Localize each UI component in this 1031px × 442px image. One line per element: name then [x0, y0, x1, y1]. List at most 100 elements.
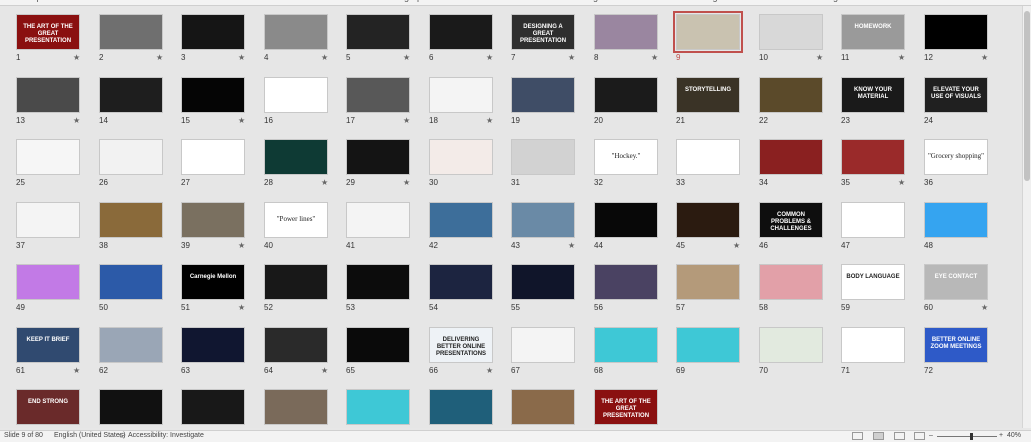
transition-star-icon[interactable]: ★ [238, 303, 245, 312]
slide-thumbnail-70[interactable] [759, 327, 823, 363]
transition-star-icon[interactable]: ★ [403, 53, 410, 62]
slide-thumbnail-49[interactable] [16, 264, 80, 300]
slide-thumbnail-29[interactable] [346, 139, 410, 175]
accessibility-icon[interactable]: ⚇ [119, 432, 125, 440]
zoom-slider-knob[interactable] [970, 433, 973, 440]
slide-thumbnail-79[interactable] [511, 389, 575, 425]
slide-thumbnail-78[interactable] [429, 389, 493, 425]
slide-thumbnail-2[interactable] [99, 14, 163, 50]
slide-thumbnail-73[interactable]: END STRONG [16, 389, 80, 425]
slide-thumbnail-5[interactable] [346, 14, 410, 50]
slide-thumbnail-32[interactable]: "Hockey." [594, 139, 658, 175]
slide-thumbnail-63[interactable] [181, 327, 245, 363]
slide-thumbnail-80[interactable]: THE ART OF THE GREAT PRESENTATION [594, 389, 658, 425]
zoom-in-button[interactable]: + [999, 432, 1003, 439]
transition-star-icon[interactable]: ★ [733, 241, 740, 250]
transition-star-icon[interactable]: ★ [651, 53, 658, 62]
slide-thumbnail-30[interactable] [429, 139, 493, 175]
slide-thumbnail-54[interactable] [429, 264, 493, 300]
slide-thumbnail-9[interactable] [673, 11, 743, 53]
transition-star-icon[interactable]: ★ [816, 53, 823, 62]
slide-thumbnail-66[interactable]: DELIVERING BETTER ONLINE PRESENTATIONS [429, 327, 493, 363]
slide-thumbnail-34[interactable] [759, 139, 823, 175]
slide-thumbnail-58[interactable] [759, 264, 823, 300]
slide-thumbnail-6[interactable] [429, 14, 493, 50]
slide-thumbnail-65[interactable] [346, 327, 410, 363]
transition-star-icon[interactable]: ★ [981, 53, 988, 62]
transition-star-icon[interactable]: ★ [898, 178, 905, 187]
accessibility-status[interactable]: Accessibility: Investigate [128, 432, 204, 439]
transition-star-icon[interactable]: ★ [321, 366, 328, 375]
vertical-scrollbar[interactable] [1022, 6, 1031, 428]
slide-thumbnail-62[interactable] [99, 327, 163, 363]
slide-sorter[interactable]: THE ART OF THE GREAT PRESENTATION 1 ★ 2 ★ 3 ★ 4… [0, 6, 1031, 428]
transition-star-icon[interactable]: ★ [486, 116, 493, 125]
slide-thumbnail-68[interactable] [594, 327, 658, 363]
zoom-slider[interactable] [937, 436, 997, 437]
reading-view-icon[interactable] [894, 432, 905, 440]
slide-thumbnail-1[interactable]: THE ART OF THE GREAT PRESENTATION [16, 14, 80, 50]
slide-thumbnail-75[interactable] [181, 389, 245, 425]
slide-thumbnail-74[interactable] [99, 389, 163, 425]
slide-thumbnail-47[interactable] [841, 202, 905, 238]
slide-thumbnail-55[interactable] [511, 264, 575, 300]
slide-thumbnail-24[interactable]: ELEVATE YOUR USE OF VISUALS [924, 77, 988, 113]
slide-thumbnail-59[interactable]: BODY LANGUAGE [841, 264, 905, 300]
slide-thumbnail-42[interactable] [429, 202, 493, 238]
slide-thumbnail-20[interactable] [594, 77, 658, 113]
slide-thumbnail-77[interactable] [346, 389, 410, 425]
slide-thumbnail-51[interactable]: Carnegie Mellon [181, 264, 245, 300]
slide-thumbnail-4[interactable] [264, 14, 328, 50]
scrollbar-thumb[interactable] [1024, 11, 1030, 181]
slide-thumbnail-38[interactable] [99, 202, 163, 238]
transition-star-icon[interactable]: ★ [486, 366, 493, 375]
slide-thumbnail-76[interactable] [264, 389, 328, 425]
zoom-out-button[interactable]: – [929, 432, 933, 439]
slide-thumbnail-19[interactable] [511, 77, 575, 113]
slide-thumbnail-44[interactable] [594, 202, 658, 238]
slide-thumbnail-10[interactable] [759, 14, 823, 50]
slide-thumbnail-56[interactable] [594, 264, 658, 300]
slide-thumbnail-15[interactable] [181, 77, 245, 113]
slide-thumbnail-50[interactable] [99, 264, 163, 300]
slide-thumbnail-27[interactable] [181, 139, 245, 175]
slide-thumbnail-72[interactable]: BETTER ONLINE ZOOM MEETINGS [924, 327, 988, 363]
slide-thumbnail-67[interactable] [511, 327, 575, 363]
transition-star-icon[interactable]: ★ [898, 53, 905, 62]
transition-star-icon[interactable]: ★ [238, 116, 245, 125]
language-indicator[interactable]: English (United States) [54, 432, 126, 439]
slide-sorter-view-icon[interactable] [873, 432, 884, 440]
slide-thumbnail-31[interactable] [511, 139, 575, 175]
slide-thumbnail-25[interactable] [16, 139, 80, 175]
transition-star-icon[interactable]: ★ [238, 53, 245, 62]
transition-star-icon[interactable]: ★ [403, 116, 410, 125]
slide-thumbnail-16[interactable] [264, 77, 328, 113]
transition-star-icon[interactable]: ★ [73, 366, 80, 375]
slideshow-view-icon[interactable] [914, 432, 925, 440]
slide-thumbnail-7[interactable]: DESIGNING A GREAT PRESENTATION [511, 14, 575, 50]
slide-thumbnail-43[interactable] [511, 202, 575, 238]
slide-thumbnail-21[interactable]: STORYTELLING [676, 77, 740, 113]
slide-thumbnail-17[interactable] [346, 77, 410, 113]
slide-thumbnail-35[interactable] [841, 139, 905, 175]
slide-thumbnail-11[interactable]: HOMEWORK [841, 14, 905, 50]
slide-thumbnail-39[interactable] [181, 202, 245, 238]
transition-star-icon[interactable]: ★ [321, 53, 328, 62]
slide-thumbnail-36[interactable]: "Grocery shopping" [924, 139, 988, 175]
slide-thumbnail-64[interactable] [264, 327, 328, 363]
transition-star-icon[interactable]: ★ [568, 53, 575, 62]
slide-thumbnail-71[interactable] [841, 327, 905, 363]
slide-thumbnail-61[interactable]: KEEP IT BRIEF [16, 327, 80, 363]
slide-thumbnail-22[interactable] [759, 77, 823, 113]
slide-thumbnail-69[interactable] [676, 327, 740, 363]
slide-thumbnail-60[interactable]: EYE CONTACT [924, 264, 988, 300]
slide-thumbnail-53[interactable] [346, 264, 410, 300]
slide-thumbnail-26[interactable] [99, 139, 163, 175]
slide-thumbnail-52[interactable] [264, 264, 328, 300]
transition-star-icon[interactable]: ★ [568, 241, 575, 250]
slide-thumbnail-8[interactable] [594, 14, 658, 50]
transition-star-icon[interactable]: ★ [73, 53, 80, 62]
zoom-level[interactable]: 40% [1007, 432, 1021, 439]
normal-view-icon[interactable] [852, 432, 863, 440]
transition-star-icon[interactable]: ★ [156, 53, 163, 62]
